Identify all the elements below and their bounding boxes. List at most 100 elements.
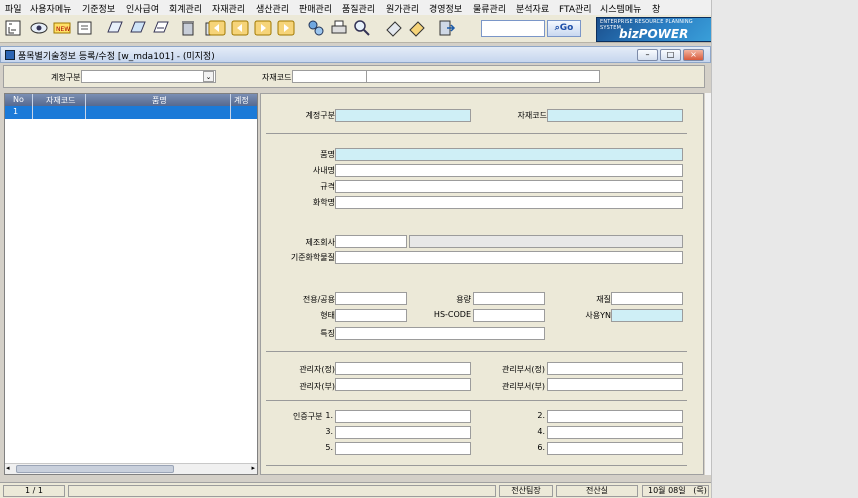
account-type-label: 계정구분 bbox=[51, 73, 81, 82]
item-name-label: 품명 bbox=[320, 150, 335, 159]
cert-number-2: 2. bbox=[537, 411, 545, 420]
column-divider bbox=[32, 94, 33, 119]
detail-material-code-field[interactable] bbox=[547, 109, 683, 122]
usage-field[interactable] bbox=[335, 292, 407, 305]
cert-number-5: 5. bbox=[325, 443, 333, 452]
copy-icon[interactable] bbox=[128, 18, 148, 38]
export-icon[interactable] bbox=[384, 18, 404, 38]
menu-quality[interactable]: 품질관리 bbox=[342, 2, 375, 15]
col-account[interactable]: 계정 bbox=[234, 95, 249, 106]
tree-icon[interactable] bbox=[3, 18, 23, 38]
cert-field-6[interactable] bbox=[547, 442, 683, 455]
manager-main-field[interactable] bbox=[335, 362, 471, 375]
window-app-icon bbox=[5, 50, 15, 60]
excel-icon[interactable] bbox=[407, 18, 427, 38]
menu-file[interactable]: 파일 bbox=[5, 2, 22, 15]
chevron-down-icon[interactable]: ⌄ bbox=[203, 71, 214, 82]
internal-name-field[interactable] bbox=[335, 164, 683, 177]
menu-logistics[interactable]: 물류관리 bbox=[473, 2, 506, 15]
spec-field[interactable] bbox=[335, 180, 683, 193]
capacity-field[interactable] bbox=[473, 292, 545, 305]
material-name-input[interactable] bbox=[366, 70, 600, 83]
divider bbox=[266, 351, 687, 352]
material-field[interactable] bbox=[611, 292, 683, 305]
nav-first-icon[interactable] bbox=[207, 18, 227, 38]
item-grid[interactable]: No 자재코드 품명 계정 1 ◂ ▸ bbox=[4, 93, 258, 475]
minimize-button[interactable]: – bbox=[637, 49, 658, 61]
chemical-name-field[interactable] bbox=[335, 196, 683, 209]
quick-search-input[interactable] bbox=[481, 20, 545, 37]
cert-field-4[interactable] bbox=[547, 426, 683, 439]
hscode-field[interactable] bbox=[473, 309, 545, 322]
use-yn-field[interactable] bbox=[611, 309, 683, 322]
form-vertical-scrollbar[interactable] bbox=[705, 93, 711, 475]
menu-system[interactable]: 시스템메뉴 bbox=[600, 2, 641, 15]
nav-prev-icon[interactable] bbox=[230, 18, 250, 38]
save-icon[interactable] bbox=[105, 18, 125, 38]
table-row[interactable]: 1 bbox=[5, 106, 257, 119]
menu-hr-payroll[interactable]: 인사급여 bbox=[126, 2, 159, 15]
menu-production[interactable]: 생산관리 bbox=[256, 2, 289, 15]
menu-management-info[interactable]: 경영정보 bbox=[429, 2, 462, 15]
divider bbox=[266, 400, 687, 401]
scroll-left-icon[interactable]: ◂ bbox=[6, 464, 10, 472]
print-icon[interactable] bbox=[151, 18, 171, 38]
search-tool-icon[interactable] bbox=[352, 18, 372, 38]
feature-field[interactable] bbox=[335, 327, 545, 340]
col-no[interactable]: No bbox=[13, 95, 24, 104]
edit-icon[interactable] bbox=[75, 18, 95, 38]
exit-icon[interactable] bbox=[436, 18, 456, 38]
material-label: 재질 bbox=[596, 295, 611, 304]
col-material-code[interactable]: 자재코드 bbox=[46, 95, 75, 106]
manufacturer-name-field bbox=[409, 235, 683, 248]
cert-field-5[interactable] bbox=[335, 442, 471, 455]
manager-dept-sub-field[interactable] bbox=[547, 378, 683, 391]
close-button[interactable]: × bbox=[683, 49, 704, 61]
printer-icon[interactable] bbox=[329, 18, 349, 38]
menu-window[interactable]: 창 bbox=[652, 2, 660, 15]
column-divider bbox=[85, 94, 86, 119]
item-name-field[interactable] bbox=[335, 148, 683, 161]
manager-dept-sub-label: 관리부서(부) bbox=[501, 382, 545, 391]
view-icon[interactable] bbox=[29, 18, 49, 38]
delete-icon[interactable] bbox=[178, 18, 198, 38]
manager-dept-main-field[interactable] bbox=[547, 362, 683, 375]
shape-field[interactable] bbox=[335, 309, 407, 322]
manufacturer-code-field[interactable] bbox=[335, 235, 407, 248]
menu-fta[interactable]: FTA관리 bbox=[559, 2, 592, 15]
erp-logo: ENTERPRISE RESOURCE PLANNING SYSTEM bizP… bbox=[596, 17, 714, 42]
menu-materials[interactable]: 자재관리 bbox=[212, 2, 245, 15]
grid-horizontal-scrollbar[interactable]: ◂ ▸ bbox=[5, 463, 257, 474]
manager-sub-field[interactable] bbox=[335, 378, 471, 391]
base-chemical-label: 기준화학물질 bbox=[290, 253, 335, 262]
detail-account-field[interactable] bbox=[335, 109, 471, 122]
cert-number-4: 4. bbox=[537, 427, 545, 436]
cert-field-3[interactable] bbox=[335, 426, 471, 439]
menu-cost[interactable]: 원가관리 bbox=[386, 2, 419, 15]
cert-field-1[interactable] bbox=[335, 410, 471, 423]
menu-analysis[interactable]: 분석자료 bbox=[516, 2, 549, 15]
scroll-thumb[interactable] bbox=[16, 465, 174, 473]
status-date: 10월 08일 (목) bbox=[642, 485, 709, 497]
scroll-right-icon[interactable]: ▸ bbox=[251, 464, 255, 472]
menu-accounting[interactable]: 회계관리 bbox=[169, 2, 202, 15]
col-item-name[interactable]: 품명 bbox=[152, 95, 167, 106]
nav-last-icon[interactable] bbox=[276, 18, 296, 38]
network-icon[interactable] bbox=[306, 18, 326, 38]
internal-name-label: 사내명 bbox=[312, 166, 335, 175]
page-indicator: 1 / 1 bbox=[3, 485, 65, 497]
base-chemical-field[interactable] bbox=[335, 251, 683, 264]
menu-user[interactable]: 사용자메뉴 bbox=[30, 2, 71, 15]
cert-field-2[interactable] bbox=[547, 410, 683, 423]
new-icon[interactable]: NEW bbox=[52, 18, 72, 38]
cert-number-1: 1. bbox=[325, 411, 333, 420]
material-code-input[interactable] bbox=[292, 70, 367, 83]
capacity-label: 용량 bbox=[456, 295, 471, 304]
go-button[interactable]: ⌕Go bbox=[547, 20, 581, 37]
menu-sales[interactable]: 판매관리 bbox=[299, 2, 332, 15]
nav-next-icon[interactable] bbox=[253, 18, 273, 38]
menu-master-data[interactable]: 기준정보 bbox=[82, 2, 115, 15]
maximize-button[interactable]: □ bbox=[660, 49, 681, 61]
cert-number-3: 3. bbox=[325, 427, 333, 436]
account-type-dropdown[interactable]: ⌄ bbox=[81, 70, 216, 83]
